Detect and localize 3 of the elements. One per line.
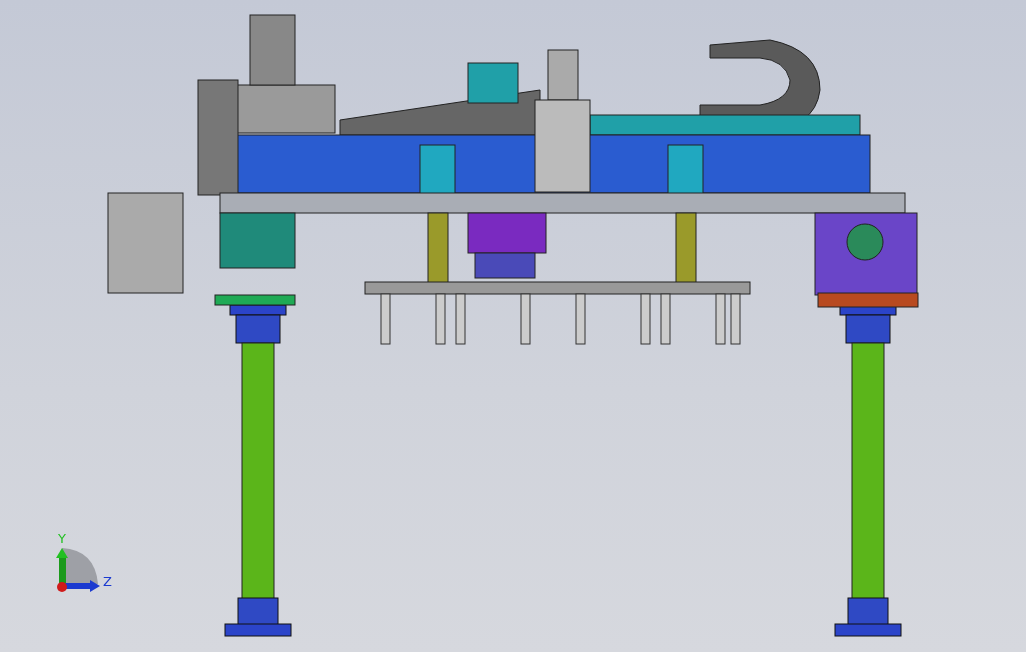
y-axis-label: Y (58, 532, 66, 545)
axis-triad-icon (56, 548, 100, 592)
z-axis-label: Z (103, 575, 112, 588)
